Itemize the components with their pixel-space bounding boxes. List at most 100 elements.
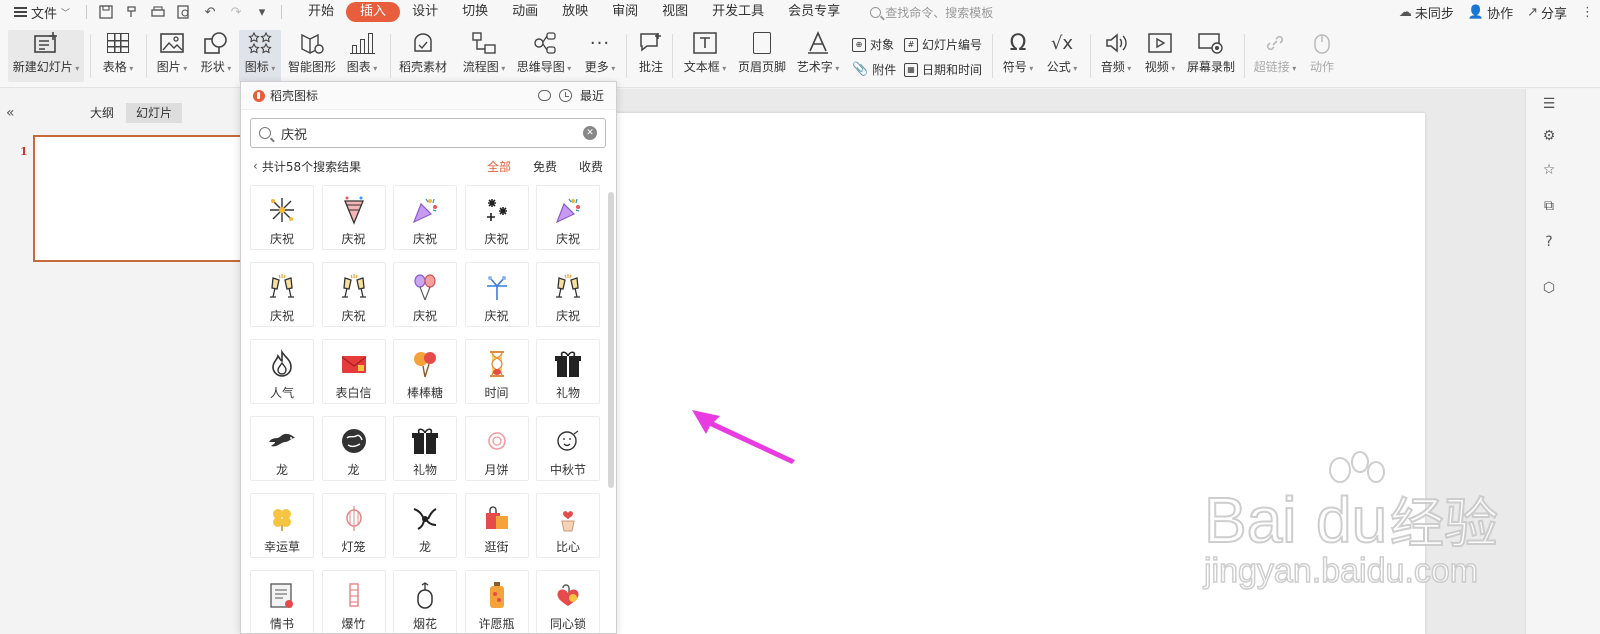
undo-icon[interactable]: ↶ <box>201 3 219 21</box>
object-button[interactable]: ⊕ 对象 <box>852 36 894 53</box>
icon-result-item[interactable]: 幸运草 <box>250 493 314 558</box>
tab-animations[interactable]: 动画 <box>500 2 550 22</box>
tab-developer[interactable]: 开发工具 <box>700 2 776 22</box>
tab-slides[interactable]: 幻灯片 <box>126 103 183 123</box>
chart-button[interactable]: 图表 <box>344 30 380 82</box>
icon-result-item[interactable]: 爆竹 <box>321 570 386 633</box>
save-icon[interactable] <box>97 3 115 21</box>
tab-review[interactable]: 审阅 <box>600 2 650 22</box>
menu-lines-icon[interactable]: ☰ <box>1540 95 1558 113</box>
filter-all[interactable]: 全部 <box>487 158 511 175</box>
cube-icon[interactable]: ⬡ <box>1540 279 1558 297</box>
icon-result-item[interactable]: 庆祝 <box>464 262 529 327</box>
slide-thumbnail[interactable] <box>33 135 253 262</box>
panel-scrollbar[interactable] <box>608 192 614 488</box>
tab-slideshow[interactable]: 放映 <box>550 2 600 22</box>
tab-home[interactable]: 开始 <box>296 2 346 22</box>
wordart-button[interactable]: 艺术字 <box>796 30 840 82</box>
symbol-button[interactable]: Ω 符号 <box>1000 30 1036 82</box>
docer-material-button[interactable]: 稻壳素材 <box>398 30 448 82</box>
icon-result-item[interactable]: 庆祝 <box>536 262 600 327</box>
shape-button[interactable]: 形状 <box>196 30 236 82</box>
print-icon[interactable] <box>149 3 167 21</box>
audio-button[interactable]: 音频 <box>1098 30 1134 82</box>
icon-result-item[interactable]: 龙 <box>321 416 386 481</box>
new-slide-button[interactable]: 新建幻灯片 <box>8 30 84 82</box>
flowchart-button[interactable]: 流程图 <box>460 30 508 82</box>
customize-toolbar-icon[interactable]: ▾ <box>253 3 271 21</box>
tab-member[interactable]: 会员专享 <box>776 2 852 22</box>
icon-result-item[interactable]: 庆祝 <box>536 185 600 250</box>
icon-search-input[interactable] <box>281 125 583 141</box>
datetime-button[interactable]: ▦ 日期和时间 <box>904 61 982 78</box>
icon-result-item[interactable]: 月饼 <box>464 416 529 481</box>
sync-button[interactable]: ☁ 未同步 <box>1399 3 1454 22</box>
filter-free[interactable]: 免费 <box>533 158 557 175</box>
icon-result-item[interactable]: 庆祝 <box>393 262 457 327</box>
attachment-button[interactable]: 📎 附件 <box>852 61 896 78</box>
share-button[interactable]: ↗ 分享 <box>1527 3 1567 22</box>
icon-result-item[interactable]: 礼物 <box>393 416 457 481</box>
icon-result-item[interactable]: 烟花 <box>393 570 457 633</box>
format-painter-icon[interactable] <box>123 3 141 21</box>
help-icon[interactable]: ? <box>1540 233 1558 251</box>
icon-result-item[interactable]: 逛街 <box>464 493 529 558</box>
command-search[interactable]: 查找命令、搜索模板 <box>870 4 993 21</box>
print-preview-icon[interactable] <box>175 3 193 21</box>
formula-button[interactable]: √x 公式 <box>1044 30 1080 82</box>
back-chevron-icon[interactable]: ‹ <box>253 159 258 173</box>
textbox-button[interactable]: 文本框 <box>682 30 728 82</box>
icon-result-item[interactable]: 龙 <box>250 416 314 481</box>
icon-result-item[interactable]: 庆祝 <box>250 262 314 327</box>
icon-result-item[interactable]: 灯笼 <box>321 493 386 558</box>
video-icon <box>1145 30 1175 56</box>
icon-result-item[interactable]: 表白信 <box>321 339 386 404</box>
hyperlink-button[interactable]: 超链接 <box>1252 30 1298 82</box>
more-button[interactable]: ··· 更多 <box>582 30 618 82</box>
collapse-pane-icon[interactable]: « <box>6 105 14 121</box>
action-button[interactable]: 动作 <box>1306 30 1338 82</box>
icon-result-item[interactable]: 情书 <box>250 570 314 633</box>
icon-button[interactable]: 图标 <box>239 30 281 82</box>
icon-result-item[interactable]: 同心锁 <box>536 570 600 633</box>
picture-button[interactable]: 图片 <box>152 30 192 82</box>
redo-icon[interactable]: ↷ <box>227 3 245 21</box>
tab-design[interactable]: 设计 <box>400 2 450 22</box>
icon-result-item[interactable]: 棒棒糖 <box>393 339 457 404</box>
feedback-icon[interactable] <box>537 90 551 101</box>
star-icon[interactable]: ☆ <box>1540 161 1558 179</box>
tab-transitions[interactable]: 切换 <box>450 2 500 22</box>
icon-result-item[interactable]: 人气 <box>250 339 314 404</box>
icon-result-item[interactable]: 庆祝 <box>321 262 386 327</box>
icon-result-item[interactable]: 庆祝 <box>464 185 529 250</box>
adjust-icon[interactable]: ⚙ <box>1540 127 1558 145</box>
icon-result-label: 烟花 <box>412 617 437 631</box>
tab-outline[interactable]: 大纲 <box>80 103 124 123</box>
icon-result-item[interactable]: 时间 <box>464 339 529 404</box>
more-options-button[interactable]: ⋮ <box>1581 5 1594 20</box>
recent-button[interactable]: 最近 <box>580 87 604 104</box>
header-footer-button[interactable]: 页眉页脚 <box>738 30 786 82</box>
slide-number-button[interactable]: # 幻灯片编号 <box>904 36 982 53</box>
video-button[interactable]: 视频 <box>1142 30 1178 82</box>
icon-result-item[interactable]: 龙 <box>393 493 457 558</box>
tab-view[interactable]: 视图 <box>650 2 700 22</box>
icon-result-item[interactable]: 比心 <box>536 493 600 558</box>
clear-search-icon[interactable]: ✕ <box>583 126 597 140</box>
transition-icon[interactable]: ⧉ <box>1540 197 1558 215</box>
filter-paid[interactable]: 收费 <box>579 158 603 175</box>
icon-result-item[interactable]: 礼物 <box>536 339 600 404</box>
mindmap-button[interactable]: 思维导图 <box>516 30 572 82</box>
screen-record-button[interactable]: 屏幕录制 <box>1186 30 1236 82</box>
collaborate-button[interactable]: 👤 协作 <box>1468 3 1513 22</box>
comment-button[interactable]: 批注 <box>636 30 666 82</box>
table-button[interactable]: 表格 <box>98 30 138 82</box>
icon-result-item[interactable]: 庆祝 <box>393 185 457 250</box>
file-menu[interactable]: 文件 ﹀ <box>0 0 80 24</box>
icon-result-item[interactable]: 庆祝 <box>321 185 386 250</box>
icon-result-item[interactable]: 庆祝 <box>250 185 314 250</box>
icon-result-item[interactable]: 中秋节 <box>536 416 600 481</box>
icon-result-item[interactable]: 许愿瓶 <box>464 570 529 633</box>
smart-art-button[interactable]: 智能图形 <box>287 30 337 82</box>
tab-insert[interactable]: 插入 <box>346 2 401 22</box>
